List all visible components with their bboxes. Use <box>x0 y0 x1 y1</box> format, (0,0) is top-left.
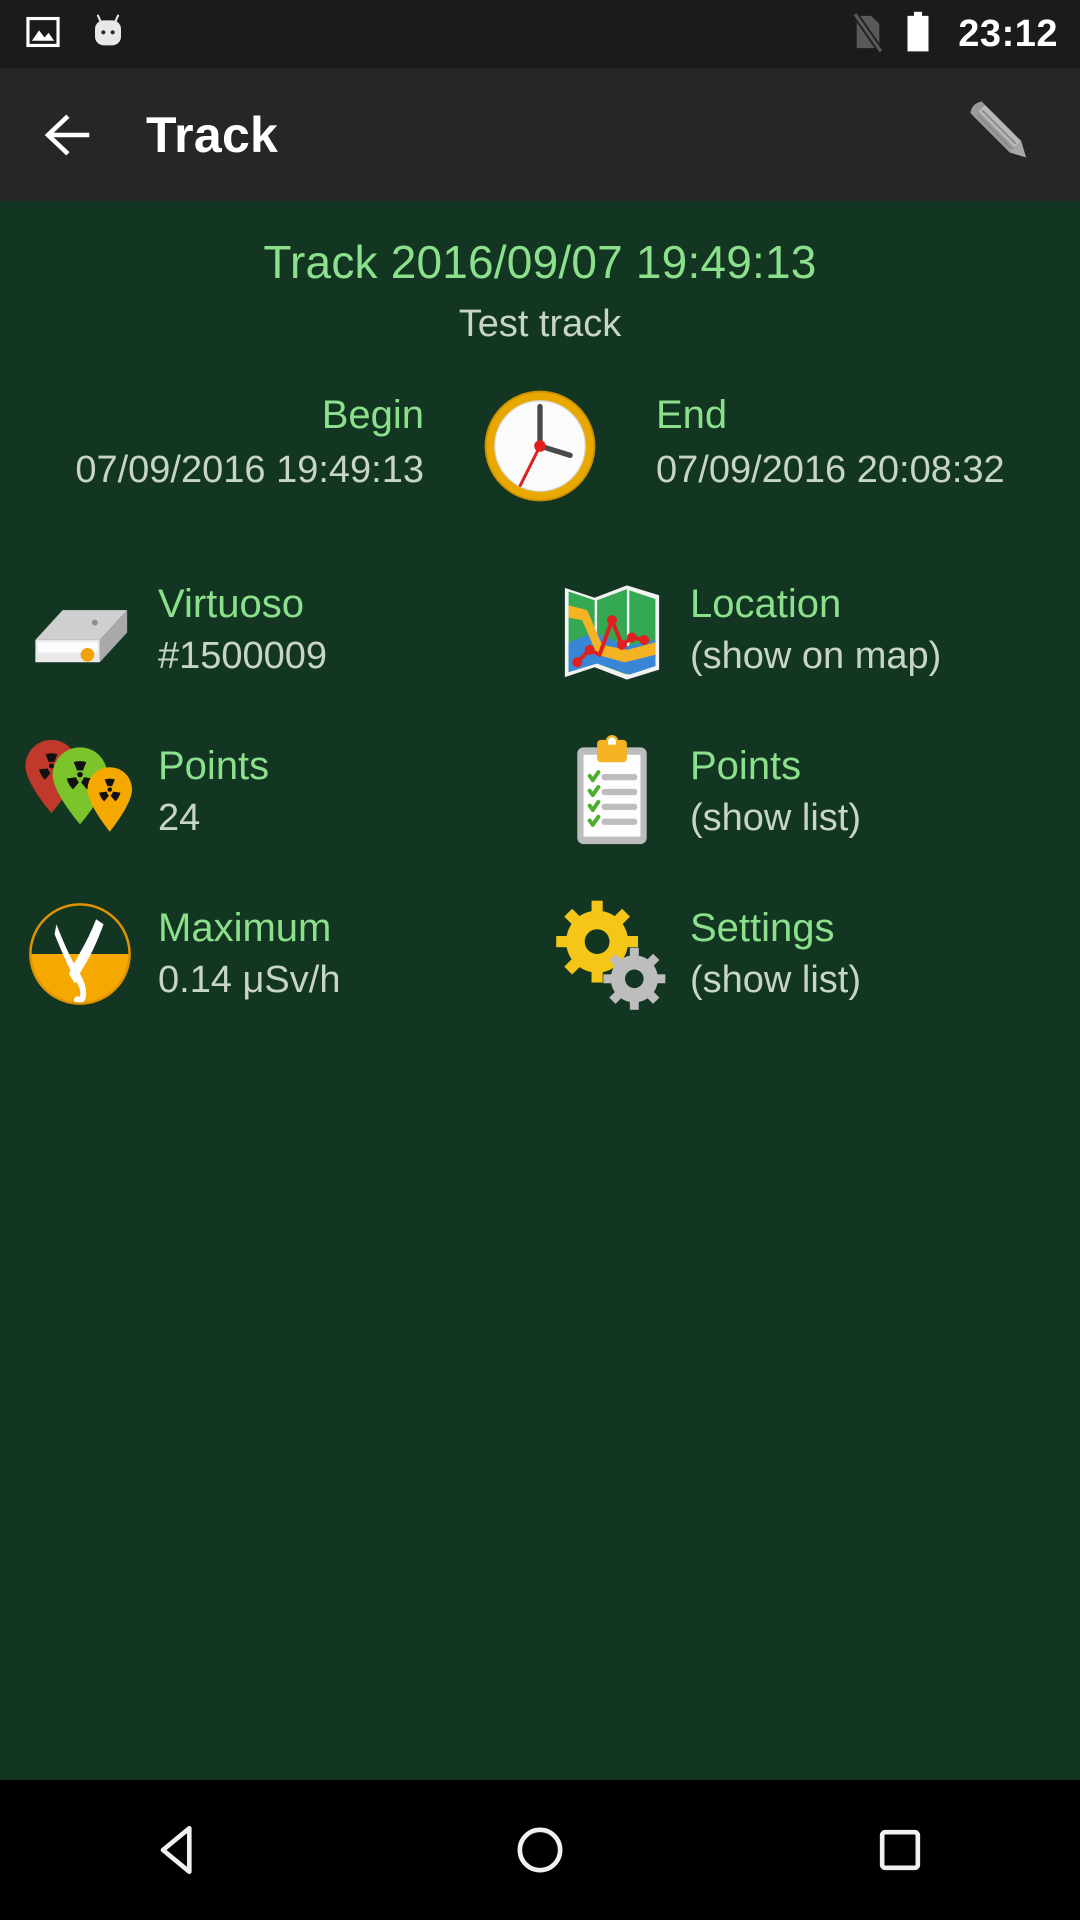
settings-text: Settings (show list) <box>690 902 861 1006</box>
nav-back-triangle-icon <box>160 1825 192 1875</box>
navigation-bar <box>0 1780 1080 1920</box>
battery-full-icon <box>904 11 932 58</box>
nav-back-button[interactable] <box>125 1795 235 1905</box>
track-subtitle: Test track <box>458 303 622 345</box>
track-title: Track 2016/09/07 19:49:13 <box>263 236 817 288</box>
status-bar-left-icons <box>24 12 128 57</box>
track-info-grid: Virtuoso #1500009 Location (show on map)… <box>0 560 1080 1024</box>
info-cell-settings[interactable]: Settings (show list) <box>540 884 1080 1024</box>
settings-sub: (show list) <box>690 959 862 1001</box>
points-list-sub: (show list) <box>690 797 862 839</box>
arrow-left-icon <box>44 113 90 156</box>
device-title: Virtuoso <box>158 582 305 626</box>
android-marshmallow-icon <box>88 12 128 57</box>
info-cell-location[interactable]: Location (show on map) <box>540 560 1080 700</box>
track-time-block: Begin 07/09/2016 19:49:13 End 07/09/2016 <box>0 388 1080 516</box>
info-cell-points-list[interactable]: Points (show list) <box>540 722 1080 862</box>
nav-recents-square-icon <box>879 1829 921 1871</box>
end-section: End 07/09/2016 20:08:32 <box>640 388 1070 498</box>
track-detail-content: Track 2016/09/07 19:49:13 Test track Beg… <box>0 201 1080 1780</box>
info-cell-maximum[interactable]: Maximum 0.14 μSv/h <box>0 884 540 1024</box>
action-bar: Track <box>0 68 1080 201</box>
status-bar: 23:12 <box>0 0 1080 68</box>
status-bar-clock: 23:12 <box>958 12 1058 55</box>
info-cell-device[interactable]: Virtuoso #1500009 <box>0 560 540 700</box>
no-sim-icon <box>850 11 886 58</box>
pencil-icon <box>970 101 1027 158</box>
status-bar-right-icons: 23:12 <box>850 11 1058 58</box>
end-value: 07/09/2016 20:08:32 <box>656 449 1005 491</box>
points-list-title: Points <box>690 744 802 788</box>
begin-value: 07/09/2016 19:49:13 <box>75 449 424 491</box>
end-label: End <box>656 393 728 437</box>
maximum-value: 0.14 μSv/h <box>158 959 341 1001</box>
clipboard-checklist-icon <box>550 730 674 854</box>
maximum-text: Maximum 0.14 μSv/h <box>158 902 340 1006</box>
device-box-icon <box>18 568 142 692</box>
points-count-title: Points <box>158 744 270 788</box>
location-text: Location (show on map) <box>690 578 941 682</box>
analog-clock-icon <box>482 388 598 504</box>
radiation-pins-icon <box>18 730 142 854</box>
gamma-radiation-icon <box>18 892 142 1016</box>
begin-section: Begin 07/09/2016 19:49:13 <box>10 388 440 498</box>
page-title: Track <box>146 106 279 163</box>
device-sub: #1500009 <box>158 635 328 677</box>
nav-recents-button[interactable] <box>845 1795 955 1905</box>
nav-home-circle-icon <box>517 1827 563 1873</box>
location-sub: (show on map) <box>690 635 942 677</box>
maximum-title: Maximum <box>158 906 332 950</box>
gears-icon <box>550 892 674 1016</box>
points-list-text: Points (show list) <box>690 740 861 844</box>
screenshot-image-icon <box>24 13 62 56</box>
settings-title: Settings <box>690 906 835 950</box>
points-count-value: 24 <box>158 797 201 839</box>
info-cell-points-count[interactable]: Points 24 <box>0 722 540 862</box>
begin-label: Begin <box>321 393 424 437</box>
nav-home-button[interactable] <box>485 1795 595 1905</box>
device-text: Virtuoso #1500009 <box>158 578 327 682</box>
folded-map-icon <box>550 568 674 692</box>
phone-screen: 23:12 Track Track 2016/09/07 19:49:13 Te… <box>0 0 1080 1920</box>
back-button[interactable] <box>40 103 104 167</box>
edit-button[interactable] <box>960 92 1046 178</box>
points-count-text: Points 24 <box>158 740 269 844</box>
location-title: Location <box>690 582 842 626</box>
